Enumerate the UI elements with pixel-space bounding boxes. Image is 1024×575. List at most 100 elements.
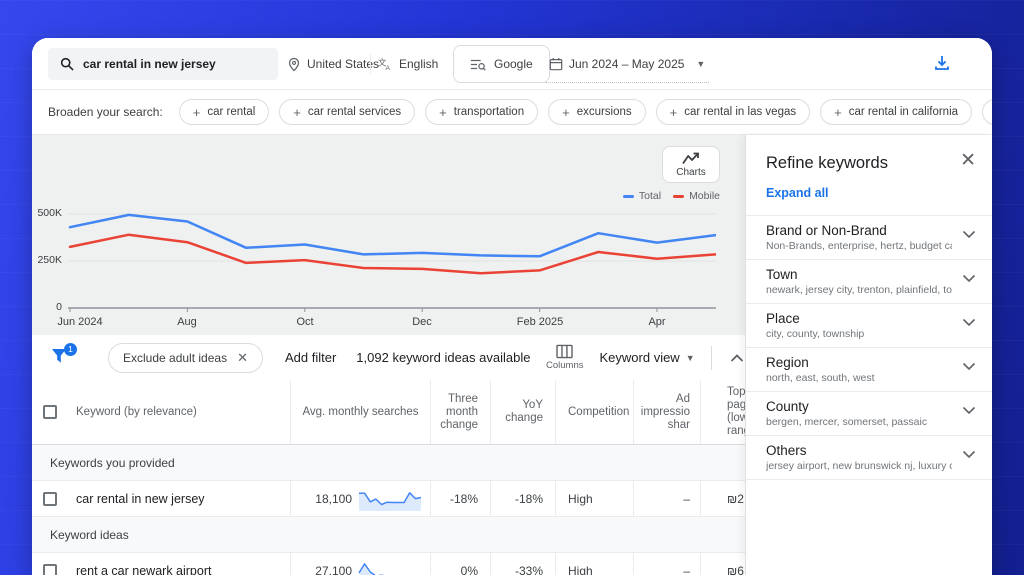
legend-mobile[interactable]: Mobile <box>673 190 720 202</box>
y-axis-tick-250k: 250K <box>37 254 62 266</box>
download-button[interactable] <box>932 53 954 75</box>
ad-impression-share-cell: – <box>633 553 700 575</box>
view-selector[interactable]: Keyword view ▼ <box>600 350 695 365</box>
search-icon <box>60 57 74 71</box>
broaden-chip-car-rental-services[interactable]: + car rental services <box>279 99 416 125</box>
header-three-month-change[interactable]: Three month change <box>430 380 490 444</box>
chip-label: transportation <box>453 106 525 118</box>
svg-text:A: A <box>386 65 391 71</box>
keyword-cell: rent a car newark airport <box>76 563 212 575</box>
chevron-down-icon <box>962 230 976 239</box>
header-avg-monthly-searches[interactable]: Avg. monthly searches <box>290 380 430 444</box>
view-selector-label: Keyword view <box>599 350 680 365</box>
legend-label-mobile: Mobile <box>689 190 720 202</box>
language-selector[interactable]: 文 A English <box>378 38 438 90</box>
table-toolbar-right: Columns Keyword view ▼ <box>546 335 746 380</box>
avg-searches-value: 18,100 <box>315 491 352 506</box>
chip-label: car rental in california <box>848 106 959 118</box>
language-label: English <box>399 57 439 71</box>
charts-button-label: Charts <box>676 166 706 178</box>
refine-section-subtitle: newark, jersey city, trenton, plainfield… <box>766 284 952 296</box>
broaden-chip-car-rental-las-vegas[interactable]: + car rental in las vegas <box>655 99 811 125</box>
chevron-down-icon <box>962 406 976 415</box>
header-ad-impression-share[interactable]: Ad impressio shar <box>633 380 700 444</box>
broaden-chip-car-rental-san-francisco[interactable]: +car rental in san francisco <box>982 99 992 125</box>
select-all-checkbox[interactable] <box>43 405 57 419</box>
refine-section-title: Place <box>766 311 800 326</box>
refine-section-others[interactable]: Others jersey airport, new brunswick nj,… <box>746 436 992 480</box>
charts-toggle-button[interactable]: Charts <box>662 146 720 183</box>
header-yoy-change[interactable]: YoY change <box>490 380 555 444</box>
filter-count-badge: 1 <box>64 342 77 356</box>
broaden-chip-transportation[interactable]: + transportation <box>425 99 539 125</box>
header-keyword[interactable]: Keyword (by relevance) <box>68 380 290 444</box>
broaden-chip-excursions[interactable]: + excursions <box>548 99 646 125</box>
google-network-icon <box>470 59 486 71</box>
refine-section-subtitle: city, county, township <box>766 328 865 340</box>
search-input[interactable]: car rental in new jersey <box>48 48 278 80</box>
broaden-chip-car-rental-california[interactable]: + car rental in california <box>820 99 973 125</box>
collapse-table-button[interactable] <box>728 349 746 367</box>
plus-icon: + <box>439 104 447 120</box>
expand-all-link[interactable]: Expand all <box>766 186 829 200</box>
x-axis-tick-oct: Oct <box>296 316 314 328</box>
x-axis-tick-feb2025: Feb 2025 <box>516 316 564 328</box>
filter-button[interactable]: 1 <box>50 342 77 369</box>
filter-chip-exclude-adult-ideas[interactable]: Exclude adult ideas ✕ <box>108 342 263 373</box>
network-selector[interactable]: Google <box>453 45 550 83</box>
trend-chart-section: Charts Total Mobile 500K 250K 0 Jun 2024… <box>32 135 745 335</box>
refine-section-region[interactable]: Region north, east, south, west <box>746 348 992 392</box>
header-competition[interactable]: Competition <box>555 380 633 444</box>
three-month-change-cell: 0% <box>430 553 490 575</box>
filter-chip-label: Exclude adult ideas <box>123 350 228 365</box>
translate-icon: 文 A <box>378 58 391 71</box>
keyword-planner-window: car rental in new jersey United States 文… <box>32 38 992 575</box>
date-range-selector[interactable]: Jun 2024 – May 2025 ▼ <box>545 45 710 83</box>
broaden-chip-car-rental[interactable]: + car rental <box>178 99 270 125</box>
yoy-change-cell: -18% <box>490 481 555 516</box>
close-icon[interactable]: ✕ <box>960 151 976 170</box>
three-month-change-cell: -18% <box>430 481 490 516</box>
chevron-down-icon <box>962 362 976 371</box>
chevron-down-icon <box>962 274 976 283</box>
top-toolbar: car rental in new jersey United States 文… <box>32 38 992 90</box>
legend-total[interactable]: Total <box>622 190 661 202</box>
location-selector[interactable]: United States <box>287 38 379 90</box>
yoy-change-cell: -33% <box>490 553 555 575</box>
search-volume-sparkline <box>359 491 422 511</box>
broaden-search-row: Broaden your search: + car rental + car re… <box>32 90 992 135</box>
chip-label: excursions <box>576 106 632 118</box>
plus-icon: + <box>192 104 201 120</box>
refine-section-subtitle: north, east, south, west <box>766 372 875 384</box>
x-axis-tick-jun2024: Jun 2024 <box>57 316 103 328</box>
remove-filter-icon[interactable]: ✕ <box>237 350 248 366</box>
x-axis-tick-aug: Aug <box>177 316 197 328</box>
refine-section-place[interactable]: Place city, county, township <box>746 304 992 348</box>
refine-section-title: Region <box>766 355 809 370</box>
legend-swatch-mobile <box>673 194 685 198</box>
search-query-text: car rental in new jersey <box>83 57 216 71</box>
caret-down-icon: ▼ <box>685 352 695 363</box>
ad-impression-share-cell: – <box>633 481 700 516</box>
row-checkbox[interactable] <box>43 563 57 575</box>
chevron-down-icon <box>962 318 976 327</box>
refine-section-county[interactable]: County bergen, mercer, somerset, passaic <box>746 392 992 436</box>
refine-panel-title: Refine keywords <box>766 154 888 172</box>
columns-button[interactable]: Columns <box>546 344 584 371</box>
plus-icon: + <box>293 104 301 120</box>
row-checkbox[interactable] <box>43 491 57 506</box>
toolbar-divider <box>710 345 712 370</box>
network-label: Google <box>494 57 533 71</box>
download-icon <box>935 56 949 70</box>
refine-sections: Brand or Non-Brand Non-Brands, enterpris… <box>746 215 992 480</box>
refine-section-brand[interactable]: Brand or Non-Brand Non-Brands, enterpris… <box>746 216 992 260</box>
y-axis-tick-500k: 500K <box>37 207 62 219</box>
date-range-label: Jun 2024 – May 2025 <box>569 56 685 71</box>
keyword-ideas-count: 1,092 keyword ideas available <box>356 350 531 365</box>
legend-swatch-total <box>622 194 634 198</box>
refine-section-town[interactable]: Town newark, jersey city, trenton, plain… <box>746 260 992 304</box>
add-filter-button[interactable]: Add filter <box>285 350 336 365</box>
search-volume-sparkline <box>358 562 388 575</box>
chip-label: car rental in las vegas <box>684 106 797 118</box>
x-axis-tick-apr: Apr <box>648 316 666 328</box>
